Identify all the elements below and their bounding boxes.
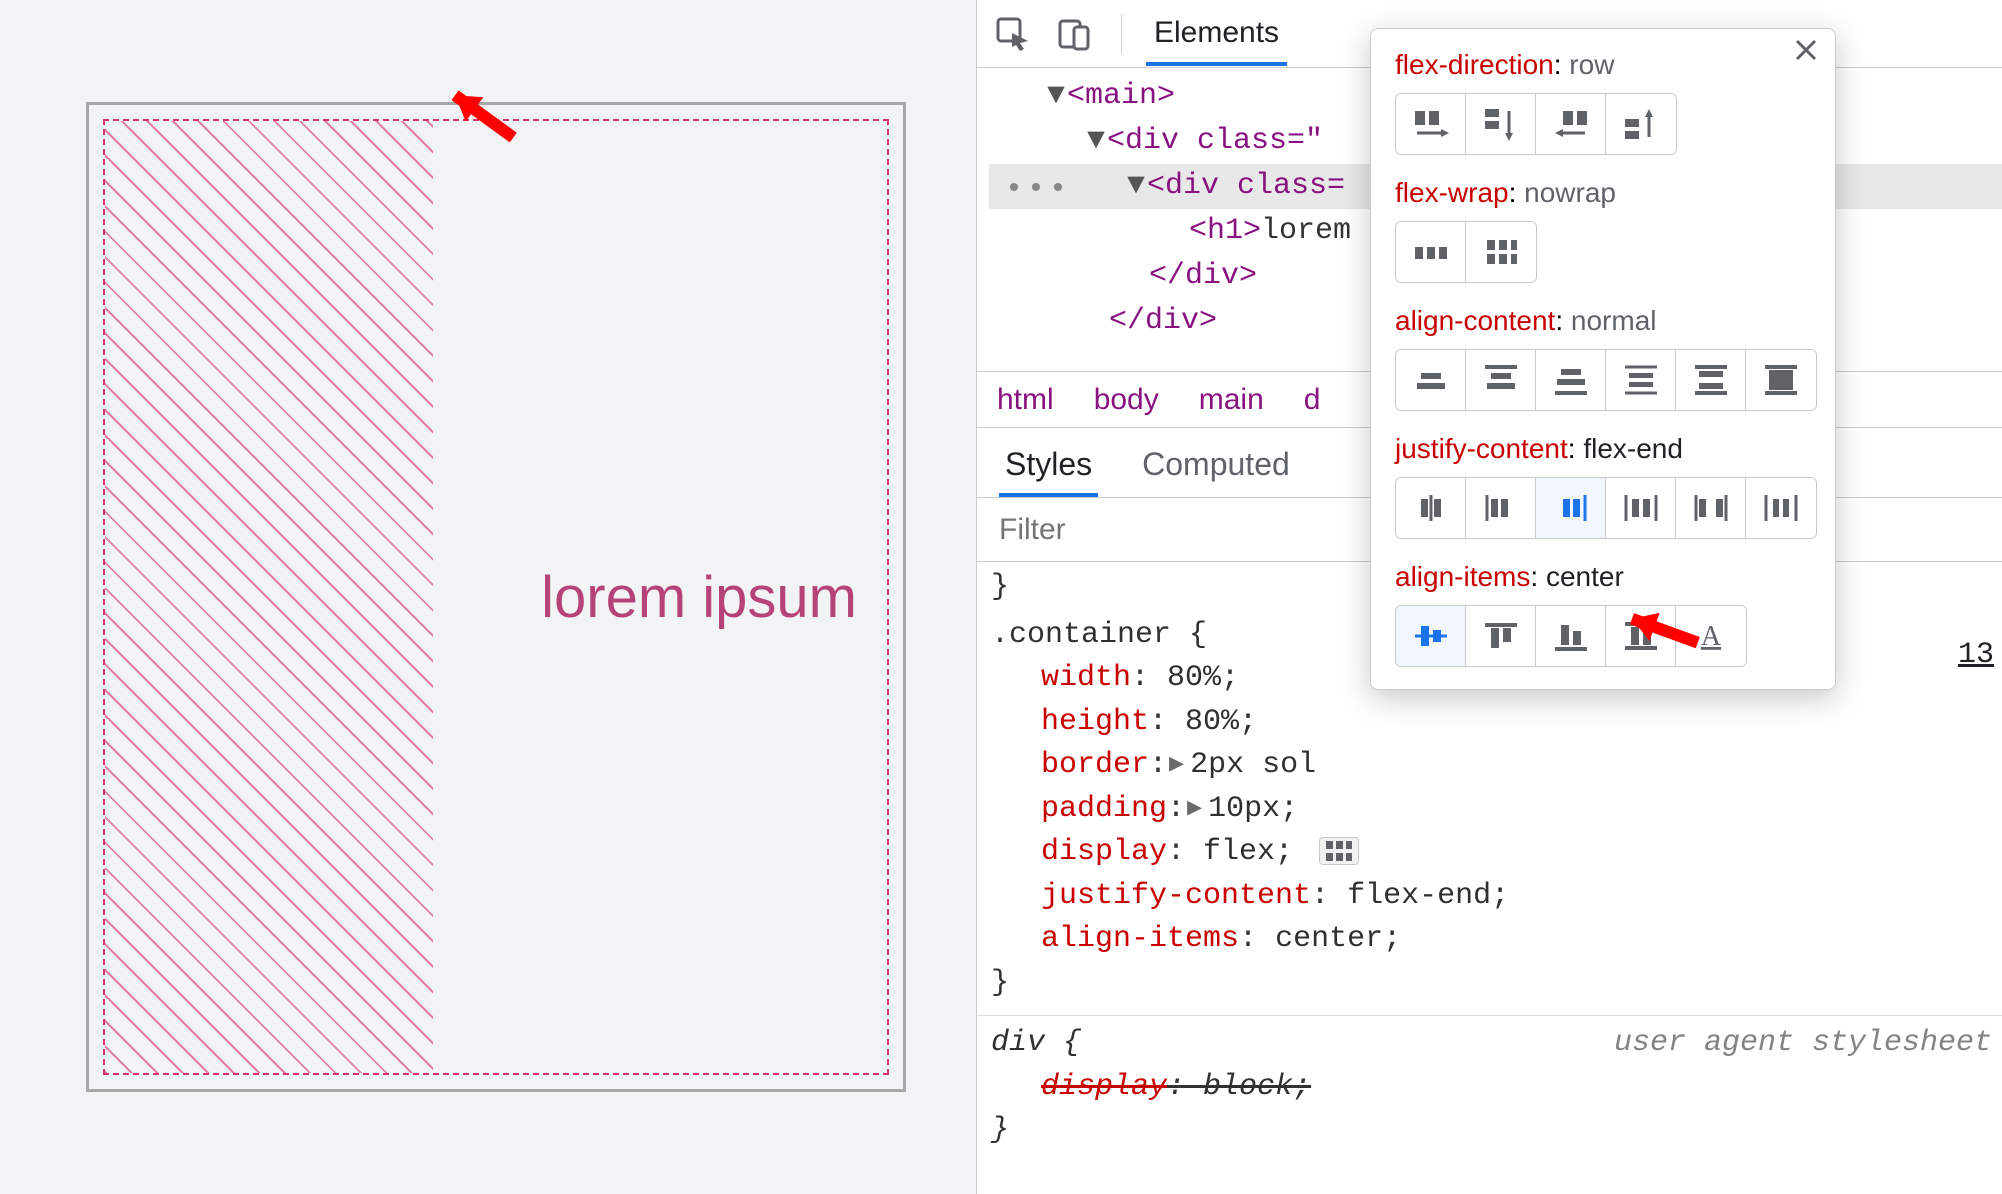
flex-direction-column-reverse-icon[interactable]	[1606, 94, 1676, 154]
justify-content-space-between-icon[interactable]	[1676, 478, 1746, 538]
css-rule-display[interactable]: display: flex;	[991, 831, 1998, 875]
flex-direction-row-icon[interactable]	[1396, 94, 1466, 154]
breadcrumb-main[interactable]: main	[1199, 383, 1264, 417]
css-rule-height[interactable]: height: 80%;	[991, 701, 1998, 745]
css-rule-justify-content[interactable]: justify-content: flex-end;	[991, 875, 1998, 919]
align-items-start-icon[interactable]	[1466, 606, 1536, 666]
justify-content-end-icon[interactable]	[1536, 478, 1606, 538]
flex-container-outline: lorem ipsum	[103, 119, 889, 1075]
css-rule-close: }	[991, 962, 1998, 1006]
close-icon[interactable]	[1793, 37, 1823, 67]
annotation-arrow-justify-end	[1608, 590, 1718, 670]
align-items-center-icon[interactable]	[1396, 606, 1466, 666]
group-flex-direction: flex-direction: row	[1395, 49, 1811, 155]
css-rule-align-items[interactable]: align-items: center;	[991, 918, 1998, 962]
flex-free-space-hatch	[105, 121, 433, 1073]
tab-elements[interactable]: Elements	[1146, 2, 1287, 66]
justify-content-space-evenly-icon[interactable]	[1746, 478, 1816, 538]
align-content-space-between-icon[interactable]	[1676, 350, 1746, 410]
css-rule-padding[interactable]: padding:▸10px;	[991, 788, 1998, 832]
align-content-start-icon[interactable]	[1466, 350, 1536, 410]
toolbar-separator	[1121, 14, 1122, 54]
flex-editor-open-icon[interactable]	[1319, 837, 1359, 865]
breadcrumb-d[interactable]: d	[1304, 383, 1321, 417]
breadcrumb-html[interactable]: html	[997, 383, 1054, 417]
align-content-space-around-icon[interactable]	[1606, 350, 1676, 410]
group-align-items: align-items: center A	[1395, 561, 1811, 667]
source-link[interactable]: 13	[1958, 638, 1994, 672]
css-rule-border[interactable]: border:▸2px sol	[991, 744, 1998, 788]
flexbox-editor-popover: flex-direction: row flex-wrap: nowrap al…	[1370, 28, 1836, 690]
device-toggle-icon[interactable]	[1053, 12, 1097, 56]
flex-direction-column-icon[interactable]	[1466, 94, 1536, 154]
flex-direction-row-reverse-icon[interactable]	[1536, 94, 1606, 154]
heading-text: lorem ipsum	[541, 564, 857, 631]
group-flex-wrap: flex-wrap: nowrap	[1395, 177, 1811, 283]
align-content-center-icon[interactable]	[1396, 350, 1466, 410]
tab-styles[interactable]: Styles	[1005, 446, 1092, 497]
ua-stylesheet-note: user agent stylesheet	[1614, 1022, 1992, 1066]
align-content-end-icon[interactable]	[1536, 350, 1606, 410]
inspect-icon[interactable]	[991, 12, 1035, 56]
more-actions-icon[interactable]: •••	[1005, 168, 1071, 213]
tab-computed[interactable]: Computed	[1142, 446, 1290, 497]
annotation-arrow-topleft	[430, 72, 540, 162]
breadcrumb-body[interactable]: body	[1094, 383, 1159, 417]
align-items-end-icon[interactable]	[1536, 606, 1606, 666]
justify-content-space-around-icon[interactable]	[1606, 478, 1676, 538]
justify-content-start-icon[interactable]	[1466, 478, 1536, 538]
align-content-stretch-icon[interactable]	[1746, 350, 1816, 410]
container-box: lorem ipsum	[86, 102, 906, 1092]
justify-content-center-icon[interactable]	[1396, 478, 1466, 538]
css-selector-div[interactable]: div {	[991, 1026, 1081, 1060]
group-align-content: align-content: normal	[1395, 305, 1811, 411]
css-ua-close: }	[991, 1109, 1998, 1153]
flex-wrap-wrap-icon[interactable]	[1466, 222, 1536, 282]
css-ua-rule-display[interactable]: display: block;	[991, 1066, 1998, 1110]
page-preview: lorem ipsum	[0, 0, 976, 1194]
group-justify-content: justify-content: flex-end	[1395, 433, 1811, 539]
flex-wrap-nowrap-icon[interactable]	[1396, 222, 1466, 282]
